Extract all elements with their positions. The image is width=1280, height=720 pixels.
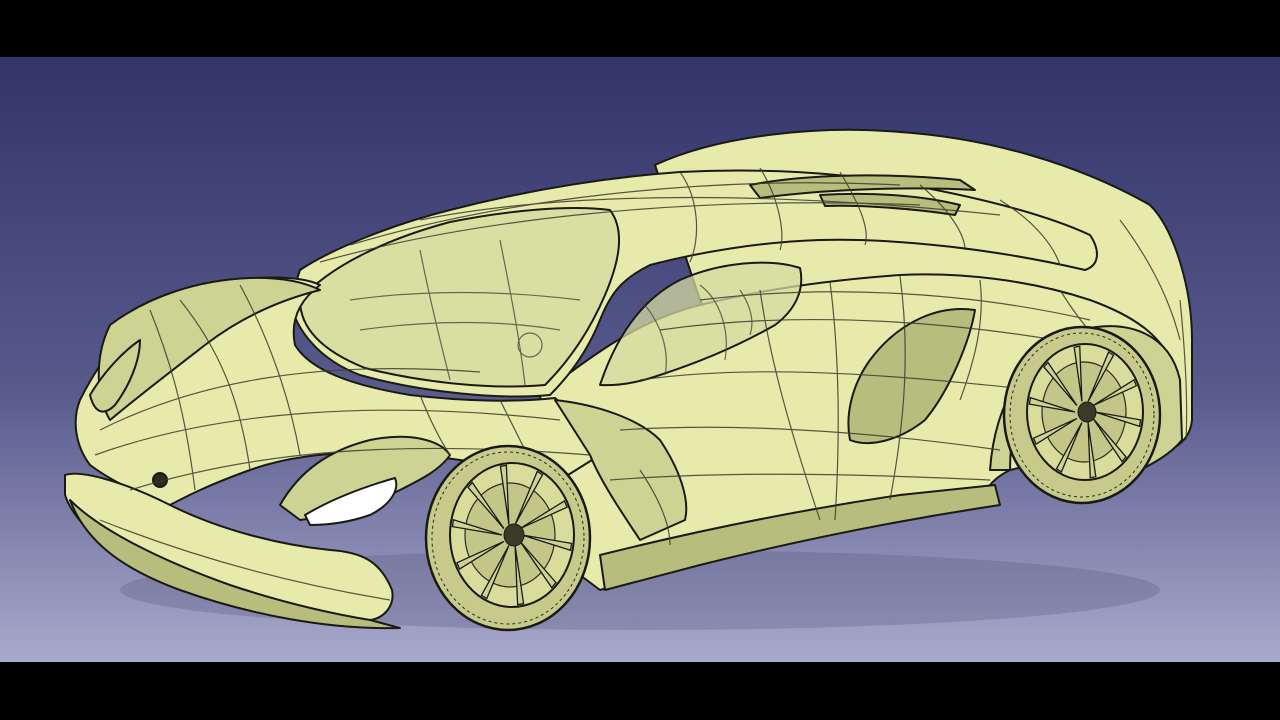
- cad-3d-viewport[interactable]: [0, 57, 1280, 662]
- car-model-view[interactable]: [0, 57, 1280, 662]
- rear-right-wheel[interactable]: [1002, 325, 1162, 505]
- front-right-wheel[interactable]: [424, 444, 592, 632]
- screen: [0, 0, 1280, 720]
- front-hub: [503, 523, 525, 547]
- rear-hub: [1077, 401, 1097, 423]
